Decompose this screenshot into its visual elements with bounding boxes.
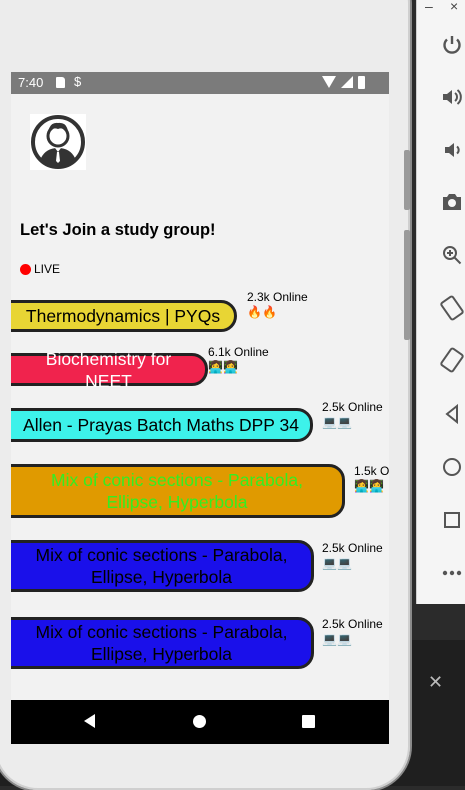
- battery-icon: [358, 76, 365, 89]
- app-screen: 7:40 $ Let's Join a study group! LIVE Th…: [11, 72, 389, 744]
- group-online-count: 2.3k Online 🔥🔥: [247, 290, 308, 319]
- power-icon[interactable]: [437, 30, 465, 60]
- wifi-icon: [322, 76, 336, 88]
- group-online-count: 2.5k Online 💻💻: [322, 541, 383, 570]
- back-triangle-icon[interactable]: [84, 714, 95, 728]
- recents-square-icon[interactable]: [302, 715, 315, 728]
- group-title: Mix of conic sections - Parabola, Ellips…: [51, 470, 303, 512]
- back-icon[interactable]: [437, 399, 465, 429]
- more-icon[interactable]: [437, 558, 465, 588]
- zoom-in-icon[interactable]: [437, 240, 465, 270]
- group-online-count: 2.5k Online 💻💻: [322, 400, 383, 429]
- group-title: Thermodynamics | PYQs: [25, 306, 221, 326]
- technologist-icon: 👩‍💻👩‍💻: [208, 360, 238, 374]
- overview-icon[interactable]: [437, 505, 465, 535]
- home-circle-icon[interactable]: [193, 715, 206, 728]
- technologist-icon: 👩‍💻👩‍💻: [354, 479, 384, 493]
- laptop-icon: 💻💻: [322, 556, 352, 570]
- volume-up-icon[interactable]: [437, 82, 465, 112]
- volume-rocker: [404, 230, 410, 340]
- power-button: [404, 150, 410, 210]
- rotate-right-icon[interactable]: [437, 345, 465, 375]
- group-title: Mix of conic sections - Parabola, Ellips…: [35, 545, 288, 587]
- status-time: 7:40: [18, 75, 44, 90]
- live-dot-icon: [20, 263, 31, 275]
- group-title: Biochemistry for NEET: [45, 348, 172, 391]
- group-button-conic-sections-1[interactable]: Mix of conic sections - Parabola, Ellips…: [11, 464, 345, 518]
- close-panel-button[interactable]: ×: [450, 0, 458, 14]
- fire-icon: 🔥🔥: [247, 305, 277, 319]
- live-indicator: LIVE: [20, 262, 60, 276]
- emulator-control-panel: – ×: [416, 0, 465, 604]
- group-button-conic-sections-2[interactable]: Mix of conic sections - Parabola, Ellips…: [11, 540, 314, 592]
- group-button-conic-sections-3[interactable]: Mix of conic sections - Parabola, Ellips…: [11, 617, 314, 669]
- group-online-count: 2.5k Online 💻💻: [322, 617, 383, 646]
- status-bar: 7:40 $: [11, 72, 389, 94]
- group-online-count: 6.1k Online 👩‍💻👩‍💻: [208, 345, 269, 374]
- user-avatar-icon[interactable]: [30, 114, 86, 170]
- group-title: Allen - Prayas Batch Maths DPP 34: [23, 415, 299, 435]
- page-title: Let's Join a study group!: [20, 221, 216, 239]
- volume-down-icon[interactable]: [437, 135, 465, 165]
- group-button-allen-prayas[interactable]: Allen - Prayas Batch Maths DPP 34: [11, 408, 313, 442]
- rotate-left-icon[interactable]: [437, 293, 465, 323]
- group-title: Mix of conic sections - Parabola, Ellips…: [35, 622, 288, 664]
- group-button-thermodynamics[interactable]: Thermodynamics | PYQs: [11, 300, 237, 332]
- group-button-biochemistry[interactable]: Biochemistry for NEET: [11, 349, 208, 391]
- home-icon[interactable]: [437, 452, 465, 482]
- group-online-count: 1.5k Online 👩‍💻👩‍💻: [354, 464, 389, 493]
- sd-card-icon: [56, 77, 65, 88]
- laptop-icon: 💻💻: [322, 415, 352, 429]
- minimize-button[interactable]: –: [425, 0, 433, 14]
- sync-icon: $: [74, 74, 82, 89]
- close-icon[interactable]: ✕: [428, 672, 443, 693]
- cellular-signal-icon: [341, 76, 353, 88]
- laptop-icon: 💻💻: [322, 632, 352, 646]
- navigation-bar: [11, 700, 389, 744]
- live-label: LIVE: [34, 262, 61, 276]
- camera-icon[interactable]: [437, 187, 465, 217]
